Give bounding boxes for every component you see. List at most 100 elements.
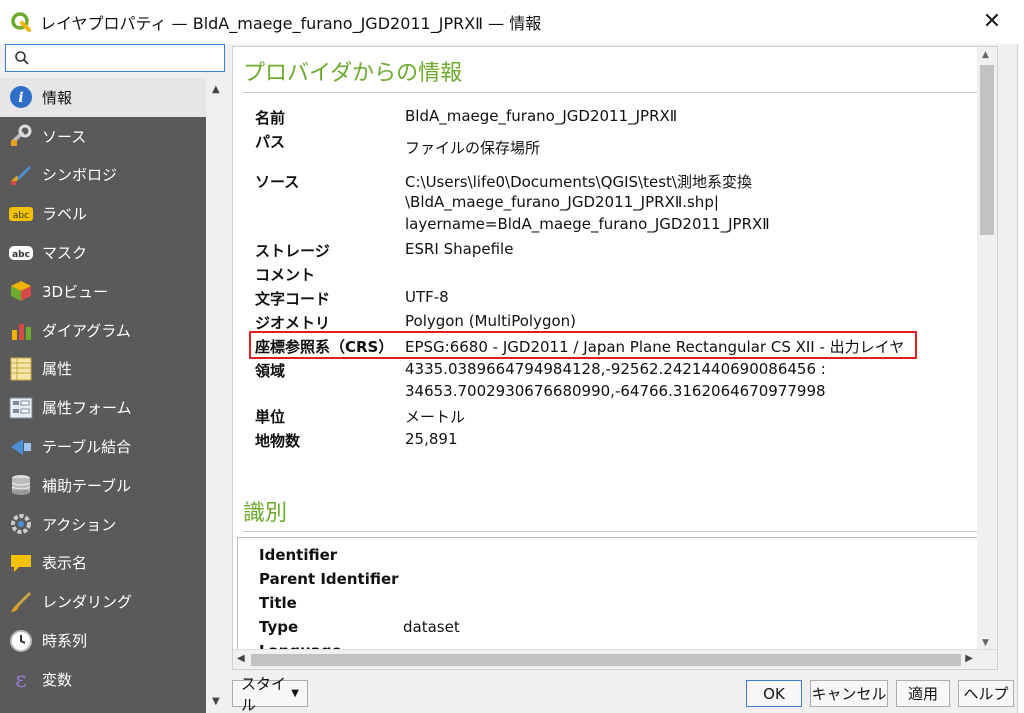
scroll-up-icon[interactable]: ▲ bbox=[212, 84, 220, 95]
cancel-button[interactable]: キャンセル bbox=[810, 680, 888, 707]
sidebar-item-label: 変数 bbox=[42, 670, 73, 689]
sidebar-item-attributes-form[interactable]: 属性フォーム bbox=[0, 388, 206, 427]
field-value: EPSG:6680 - JGD2011 / Japan Plane Rectan… bbox=[405, 338, 905, 356]
layer-properties-dialog: レイヤプロパティ — BldA_maege_furano_JGD2011_JPR… bbox=[0, 0, 1018, 713]
sidebar-item-auxiliary-storage[interactable]: 補助テーブル bbox=[0, 466, 206, 505]
field-value: layername=BldA_maege_furano_JGD2011_JPRX… bbox=[405, 215, 770, 233]
style-dropdown-button[interactable]: スタイル ▼ bbox=[232, 675, 308, 713]
sidebar: i 情報 ソース シンボロジ abc ラベル abc マスク 3Dビュー ダイア… bbox=[0, 44, 228, 713]
sidebar-item-display[interactable]: 表示名 bbox=[0, 544, 206, 583]
source-icon bbox=[8, 123, 34, 149]
variables-icon: ε bbox=[8, 666, 34, 692]
sidebar-item-actions[interactable]: アクション bbox=[0, 505, 206, 544]
fields-icon bbox=[8, 356, 34, 382]
scroll-down-icon[interactable]: ▼ bbox=[212, 696, 220, 707]
info-content-panel: プロバイダからの情報 名前 BldA_maege_furano_JGD2011_… bbox=[232, 46, 998, 670]
sidebar-item-label: 時系列 bbox=[42, 632, 88, 651]
help-button[interactable]: ヘルプ bbox=[958, 680, 1014, 707]
scroll-left-icon[interactable]: ◀ bbox=[237, 653, 245, 664]
sidebar-item-labels[interactable]: abc ラベル bbox=[0, 194, 206, 233]
field-value[interactable]: ファイルの保存場所 bbox=[405, 137, 540, 158]
field-value: C:\Users\life0\Documents\QGIS\test\測地系変換 bbox=[405, 173, 752, 191]
content-vertical-scrollbar[interactable]: ▲ ▼ bbox=[977, 47, 997, 651]
field-label: パス bbox=[255, 133, 286, 151]
sidebar-item-label: 情報 bbox=[42, 88, 73, 107]
sidebar-item-source[interactable]: ソース bbox=[0, 117, 206, 156]
sidebar-item-label: 3Dビュー bbox=[42, 282, 109, 301]
sidebar-item-label: 属性 bbox=[42, 360, 73, 379]
style-button-label: スタイル bbox=[241, 674, 287, 713]
field-value: BldA_maege_furano_JGD2011_JPRXⅡ bbox=[405, 107, 678, 125]
sidebar-item-label: 表示名 bbox=[42, 554, 88, 573]
section-divider bbox=[243, 531, 995, 532]
sidebar-item-diagram[interactable]: ダイアグラム bbox=[0, 311, 206, 350]
rendering-icon bbox=[8, 589, 34, 615]
scroll-down-icon[interactable]: ▼ bbox=[982, 638, 989, 648]
qgis-logo-icon bbox=[11, 12, 31, 32]
field-value: ESRI Shapefile bbox=[405, 240, 514, 258]
section-divider bbox=[243, 92, 995, 93]
labels-icon: abc bbox=[8, 201, 34, 227]
field-label: 地物数 bbox=[255, 432, 301, 450]
field-label: 座標参照系（CRS） bbox=[255, 338, 394, 356]
content-horizontal-scrollbar[interactable]: ◀ ▶ bbox=[233, 649, 997, 669]
scroll-up-icon[interactable]: ▲ bbox=[982, 50, 989, 60]
display-icon bbox=[8, 550, 34, 576]
field-label: ジオメトリ bbox=[255, 314, 331, 332]
field-label: コメント bbox=[255, 266, 316, 284]
ok-button[interactable]: OK bbox=[746, 680, 802, 707]
title-bar: レイヤプロパティ — BldA_maege_furano_JGD2011_JPR… bbox=[0, 0, 1018, 44]
field-value: 25,891 bbox=[405, 430, 458, 448]
identification-title: 識別 bbox=[243, 501, 288, 526]
joins-icon bbox=[8, 434, 34, 460]
auxiliary-storage-icon bbox=[8, 472, 34, 498]
actions-icon bbox=[8, 511, 34, 537]
provider-info-title: プロバイダからの情報 bbox=[243, 61, 463, 86]
field-value: Polygon (MultiPolygon) bbox=[405, 312, 577, 330]
sidebar-item-joins[interactable]: テーブル結合 bbox=[0, 427, 206, 466]
field-label: ソース bbox=[255, 173, 300, 191]
sidebar-item-info[interactable]: i 情報 bbox=[0, 78, 206, 117]
search-box[interactable] bbox=[5, 44, 225, 72]
sidebar-item-rendering[interactable]: レンダリング bbox=[0, 582, 206, 621]
sidebar-item-label: 属性フォーム bbox=[42, 399, 132, 418]
sidebar-item-temporal[interactable]: 時系列 bbox=[0, 621, 206, 660]
svg-text:i: i bbox=[18, 90, 23, 106]
field-label: 名前 bbox=[255, 109, 286, 127]
search-input[interactable] bbox=[36, 50, 216, 66]
apply-button[interactable]: 適用 bbox=[896, 680, 950, 707]
close-button[interactable]: ✕ bbox=[978, 8, 1006, 36]
scrollbar-thumb[interactable] bbox=[980, 65, 994, 235]
field-label: 単位 bbox=[255, 408, 286, 426]
field-label: 文字コード bbox=[255, 290, 331, 308]
diagram-icon bbox=[8, 317, 34, 343]
sidebar-item-mask[interactable]: abc マスク bbox=[0, 233, 206, 272]
scroll-right-icon[interactable]: ▶ bbox=[965, 653, 973, 664]
field-label: Parent Identifier bbox=[259, 570, 399, 588]
mask-icon: abc bbox=[8, 240, 34, 266]
attributes-form-icon bbox=[8, 395, 34, 421]
field-label: Identifier bbox=[259, 546, 338, 564]
field-value: \BldA_maege_furano_JGD2011_JPRXⅡ.shp| bbox=[405, 193, 719, 211]
field-label: Type bbox=[259, 618, 299, 636]
sidebar-item-label: アクション bbox=[42, 515, 117, 534]
sidebar-item-label: マスク bbox=[42, 244, 88, 263]
field-label: ストレージ bbox=[255, 242, 330, 260]
field-value: dataset bbox=[403, 618, 460, 636]
sidebar-item-symbology[interactable]: シンボロジ bbox=[0, 156, 206, 195]
sidebar-item-label: ラベル bbox=[42, 205, 88, 224]
chevron-down-icon: ▼ bbox=[291, 688, 299, 699]
temporal-icon bbox=[8, 628, 34, 654]
sidebar-item-label: レンダリング bbox=[42, 593, 133, 612]
sidebar-scrollbar[interactable]: ▲ ▼ bbox=[207, 78, 228, 713]
sidebar-item-fields[interactable]: 属性 bbox=[0, 350, 206, 389]
sidebar-item-variables[interactable]: ε 変数 bbox=[0, 660, 206, 699]
scrollbar-thumb[interactable] bbox=[251, 654, 961, 666]
window-title: レイヤプロパティ — BldA_maege_furano_JGD2011_JPR… bbox=[40, 14, 542, 33]
search-icon bbox=[15, 51, 29, 65]
sidebar-list: i 情報 ソース シンボロジ abc ラベル abc マスク 3Dビュー ダイア… bbox=[0, 78, 206, 713]
field-value: 34653.7002930676680990,-64766.3162064670… bbox=[405, 382, 826, 400]
sidebar-item-3d-view[interactable]: 3Dビュー bbox=[0, 272, 206, 311]
sidebar-item-label: ソース bbox=[42, 127, 87, 146]
svg-text:abc: abc bbox=[12, 250, 30, 260]
